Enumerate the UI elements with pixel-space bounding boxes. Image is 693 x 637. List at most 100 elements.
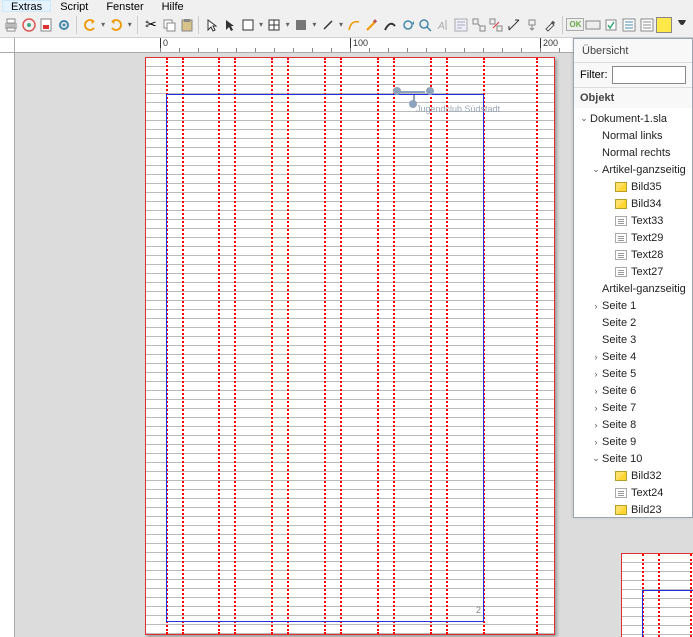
tree-page[interactable]: ›Seite 5 — [574, 365, 692, 382]
cut-icon[interactable]: ✂ — [142, 15, 160, 35]
rotate-tool-icon[interactable] — [399, 15, 417, 35]
bezier-tool-icon[interactable] — [345, 15, 363, 35]
ok-button[interactable]: OK — [566, 15, 584, 35]
story-editor-icon[interactable] — [452, 15, 470, 35]
print-icon[interactable] — [2, 15, 20, 35]
preflight-icon[interactable] — [20, 15, 38, 35]
chevron-icon[interactable]: › — [590, 386, 602, 396]
toolbar-separator — [562, 16, 564, 34]
tree-item[interactable]: Text24 — [574, 484, 692, 501]
pointer-direct-icon[interactable] — [221, 15, 239, 35]
ruler-minor-tick — [559, 48, 560, 52]
ruler-minor-tick — [293, 48, 294, 52]
copy-props-icon[interactable] — [523, 15, 541, 35]
tree-item-label: Seite 1 — [602, 300, 636, 312]
tableframe-dropdown[interactable]: ▾ — [283, 15, 292, 35]
checkbox-icon[interactable] — [602, 15, 620, 35]
svg-text:A: A — [437, 21, 445, 32]
chevron-icon[interactable]: › — [590, 301, 602, 311]
tree-page[interactable]: Seite 3 — [574, 331, 692, 348]
freehand-tool-icon[interactable] — [363, 15, 381, 35]
chevron-icon[interactable]: › — [590, 369, 602, 379]
zoom-tool-icon[interactable] — [416, 15, 434, 35]
tree-item-label: Seite 4 — [602, 351, 636, 363]
tree-page[interactable]: ›Seite 8 — [574, 416, 692, 433]
pdf-icon[interactable] — [38, 15, 56, 35]
tree-item[interactable]: Bild23 — [574, 501, 692, 517]
vertical-ruler[interactable] — [0, 53, 15, 637]
textframe-tool-icon[interactable] — [239, 15, 257, 35]
ruler-minor-tick — [369, 48, 370, 52]
tree-master[interactable]: Normal rechts — [574, 144, 692, 161]
link-frames-icon[interactable] — [470, 15, 488, 35]
selection-handle[interactable] — [426, 87, 434, 95]
unlink-frames-icon[interactable] — [488, 15, 506, 35]
tree-item-label: Bild32 — [631, 470, 662, 482]
tree-group[interactable]: Artikel-ganzseitig — [574, 280, 692, 297]
ruler-minor-tick — [350, 48, 351, 52]
undo-icon[interactable] — [81, 15, 99, 35]
color-yellow-swatch[interactable] — [656, 15, 674, 35]
tree-item[interactable]: Text29 — [574, 229, 692, 246]
copy-icon[interactable] — [160, 15, 178, 35]
outline-tree[interactable]: ⌄Dokument-1.slaNormal linksNormal rechts… — [574, 108, 692, 517]
form-button-icon[interactable] — [584, 15, 602, 35]
calligraphy-tool-icon[interactable] — [381, 15, 399, 35]
line-tool-icon[interactable] — [319, 15, 337, 35]
tree-item[interactable]: Bild34 — [574, 195, 692, 212]
undo-dropdown[interactable]: ▾ — [99, 15, 108, 35]
chevron-icon[interactable]: › — [590, 420, 602, 430]
tree-item[interactable]: Text33 — [574, 212, 692, 229]
toolbar-separator — [198, 16, 200, 34]
textframe-dropdown[interactable]: ▾ — [257, 15, 266, 35]
tree-item[interactable]: Bild32 — [574, 467, 692, 484]
filter-input[interactable] — [612, 66, 687, 84]
tree-page[interactable]: ›Seite 1 — [574, 297, 692, 314]
tableframe-tool-icon[interactable] — [265, 15, 283, 35]
tree-page[interactable]: ›Seite 7 — [574, 399, 692, 416]
text-frame[interactable]: 2 — [166, 94, 484, 622]
next-page-preview[interactable] — [621, 553, 693, 637]
redo-dropdown[interactable]: ▾ — [125, 15, 134, 35]
tree-item-label: Text24 — [631, 487, 663, 499]
tree-page[interactable]: ›Seite 6 — [574, 382, 692, 399]
menu-hilfe[interactable]: Hilfe — [153, 0, 193, 12]
tree-group[interactable]: ⌄Artikel-ganzseitig — [574, 161, 692, 178]
tree-page[interactable]: ⌄Seite 10 — [574, 450, 692, 467]
tree-master[interactable]: Normal links — [574, 127, 692, 144]
redo-icon[interactable] — [108, 15, 126, 35]
listbox-icon[interactable] — [638, 15, 656, 35]
chevron-icon[interactable]: › — [590, 403, 602, 413]
chevron-icon[interactable]: ⌄ — [590, 164, 602, 175]
tree-document[interactable]: ⌄Dokument-1.sla — [574, 110, 692, 127]
shape-dropdown[interactable]: ▾ — [310, 15, 319, 35]
menu-extras[interactable]: Extras — [2, 0, 51, 12]
tree-item[interactable]: Bild35 — [574, 178, 692, 195]
tree-item-label: Bild34 — [631, 198, 662, 210]
textfield-icon[interactable] — [620, 15, 638, 35]
tree-page[interactable]: ›Seite 9 — [574, 433, 692, 450]
paste-icon[interactable] — [178, 15, 196, 35]
edit-text-tool-icon[interactable]: A — [434, 15, 452, 35]
chevron-icon[interactable]: ⌄ — [590, 453, 602, 464]
tree-page[interactable]: Seite 2 — [574, 314, 692, 331]
eyedropper-icon[interactable] — [541, 15, 559, 35]
ruler-minor-tick — [407, 48, 408, 52]
tree-page[interactable]: ›Seite 4 — [574, 348, 692, 365]
shape-tool-icon[interactable] — [292, 15, 310, 35]
page[interactable]: // generate after binding (done below wi… — [145, 57, 555, 635]
menu-script[interactable]: Script — [51, 0, 97, 12]
text-frame[interactable] — [642, 590, 693, 637]
menu-fenster[interactable]: Fenster — [97, 0, 152, 12]
pointer-select-icon[interactable] — [203, 15, 221, 35]
tree-item[interactable]: Text27 — [574, 263, 692, 280]
line-dropdown[interactable]: ▾ — [337, 15, 346, 35]
chevron-icon[interactable]: › — [590, 352, 602, 362]
settings-icon[interactable] — [55, 15, 73, 35]
tree-item[interactable]: Text28 — [574, 246, 692, 263]
measure-tool-icon[interactable] — [505, 15, 523, 35]
chevron-icon[interactable]: › — [590, 437, 602, 447]
ruler-origin[interactable] — [0, 38, 15, 53]
annotation-icon[interactable] — [673, 15, 691, 35]
chevron-icon[interactable]: ⌄ — [578, 113, 590, 124]
